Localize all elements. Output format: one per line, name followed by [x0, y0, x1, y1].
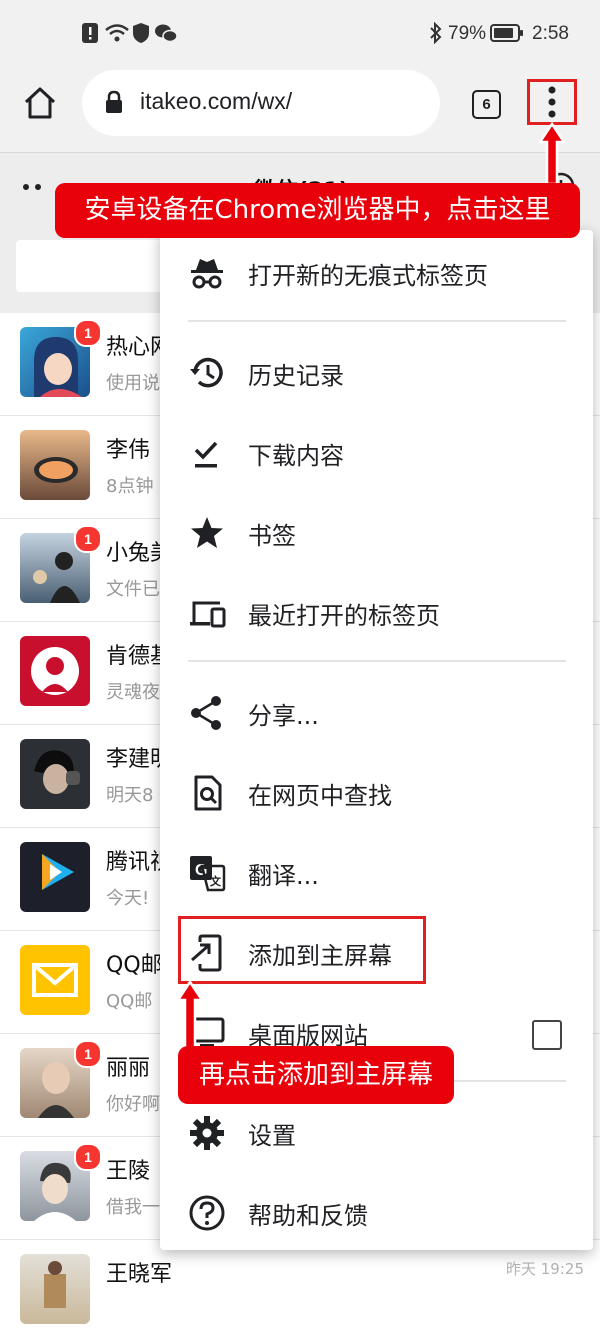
menu-label: 书签 [248, 522, 296, 550]
chat-preview: 8点钟 [106, 476, 154, 497]
chat-preview: 使用说 [106, 373, 160, 394]
history-icon [190, 357, 223, 388]
menu-label: 最近打开的标签页 [248, 602, 440, 630]
arrow-up-icon [537, 121, 567, 186]
find-in-page-icon [194, 775, 222, 811]
chat-row[interactable]: 王晓军 昨天 19:25 [0, 1240, 600, 1342]
translate-icon: G 文 [190, 856, 226, 892]
menu-item-history[interactable]: 历史记录 [160, 332, 593, 412]
tab-switcher-button[interactable]: 6 [472, 90, 501, 119]
battery-percentage: 79% [448, 23, 487, 44]
unread-badge: 1 [74, 1040, 102, 1068]
home-icon[interactable] [22, 86, 58, 120]
annotation-callout: 再点击添加到主屏幕 [178, 1046, 454, 1104]
url-text[interactable]: itakeo.com/wx/ [140, 88, 292, 115]
unread-badge: 1 [74, 319, 102, 347]
chat-preview: 借我一 [106, 1197, 160, 1218]
chat-name: 王陵 [106, 1159, 151, 1184]
menu-label: 翻译... [248, 862, 319, 890]
chat-name: 丽丽 [106, 1056, 151, 1081]
star-icon [191, 517, 223, 548]
download-done-icon [194, 441, 218, 468]
avatar [20, 739, 90, 809]
menu-divider [188, 660, 566, 662]
menu-divider [188, 320, 566, 322]
chat-name: 王晓军 [106, 1262, 173, 1287]
shield-icon [133, 23, 149, 43]
url-bar[interactable]: itakeo.com/wx/ [82, 70, 440, 136]
menu-item-downloads[interactable]: 下载内容 [160, 412, 593, 492]
arrow-up-icon [175, 979, 205, 1050]
chat-preview: 文件已 [106, 579, 160, 600]
avatar [20, 636, 90, 706]
menu-item-translate[interactable]: G 文 翻译... [160, 832, 593, 912]
menu-label: 在网页中查找 [248, 782, 392, 810]
wechat-icon [155, 24, 178, 43]
share-icon [191, 696, 221, 730]
avatar [20, 430, 90, 500]
svg-text:文: 文 [210, 874, 222, 888]
clock: 2:58 [532, 23, 569, 44]
menu-item-find-in-page[interactable]: 在网页中查找 [160, 752, 593, 832]
battery-icon [490, 24, 523, 42]
menu-item-help[interactable]: 帮助和反馈 [160, 1172, 593, 1252]
chat-time: 昨天 19:25 [506, 1260, 584, 1278]
menu-label: 历史记录 [248, 362, 344, 390]
menu-label: 帮助和反馈 [248, 1202, 368, 1230]
alert-sim-icon [82, 23, 98, 43]
menu-label: 打开新的无痕式标签页 [248, 262, 488, 290]
desktop-site-checkbox[interactable] [532, 1020, 562, 1050]
chat-preview: 今天! [106, 888, 150, 909]
wifi-icon [105, 24, 129, 42]
more-vert-icon[interactable] [546, 84, 558, 120]
menu-item-share[interactable]: 分享... [160, 672, 593, 752]
unread-badge: 1 [74, 525, 102, 553]
avatar [20, 842, 90, 912]
lock-icon[interactable] [104, 90, 124, 114]
menu-item-recent-tabs[interactable]: 最近打开的标签页 [160, 572, 593, 652]
annotation-callout: 安卓设备在Chrome浏览器中，点击这里 [55, 183, 580, 238]
avatar [20, 945, 90, 1015]
chat-preview: 明天8 [106, 785, 154, 806]
chat-name: QQ邮 [106, 953, 163, 978]
help-icon [189, 1195, 225, 1231]
menu-label: 下载内容 [248, 442, 344, 470]
bluetooth-icon [430, 22, 442, 44]
gear-icon [190, 1116, 224, 1150]
browser-toolbar: itakeo.com/wx/ 6 [0, 70, 600, 153]
more-horiz-icon[interactable] [22, 183, 46, 191]
menu-item-bookmarks[interactable]: 书签 [160, 492, 593, 572]
menu-label: 设置 [248, 1122, 296, 1150]
chat-preview: 你好啊 [106, 1094, 160, 1115]
add-to-home-highlight [178, 916, 426, 984]
menu-label: 分享... [248, 702, 319, 730]
incognito-icon [191, 259, 223, 289]
avatar [20, 1254, 90, 1324]
chat-preview: QQ邮 [106, 991, 153, 1012]
chat-preview: 灵魂夜 [106, 682, 160, 703]
chat-name: 李伟 [106, 438, 151, 463]
unread-badge: 1 [74, 1143, 102, 1171]
menu-item-incognito[interactable]: 打开新的无痕式标签页 [160, 232, 593, 312]
devices-icon [190, 601, 226, 628]
menu-item-settings[interactable]: 设置 [160, 1092, 593, 1172]
status-bar: 79% 2:58 [0, 0, 600, 70]
